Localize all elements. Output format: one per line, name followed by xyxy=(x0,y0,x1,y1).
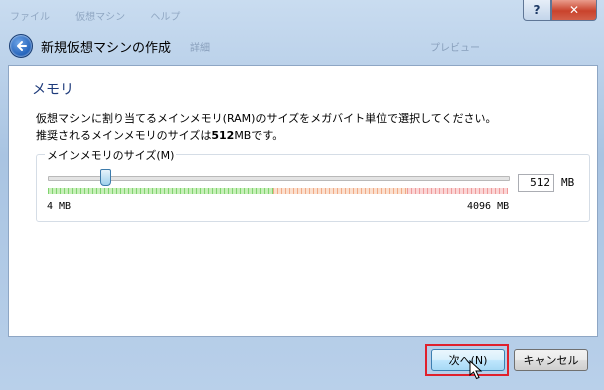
ghost-menu-machine: 仮想マシン xyxy=(75,12,126,23)
ghost-menu-help: ヘルプ xyxy=(150,12,181,23)
back-arrow-icon xyxy=(17,41,27,51)
highlight-box xyxy=(425,344,509,376)
cancel-button[interactable]: キャンセル xyxy=(514,349,588,371)
background-menu: ファイル 仮想マシン ヘルプ xyxy=(10,8,202,23)
memory-slider-track[interactable] xyxy=(48,176,510,181)
wizard-title: 新規仮想マシンの作成 xyxy=(41,41,172,56)
wizard-page: メモリ 仮想マシンに割り当てるメインメモリ(RAM)のサイズをメガバイト単位で選… xyxy=(8,65,598,337)
ghost-tab-details: 詳細 xyxy=(190,43,210,54)
memory-size-legend: メインメモリのサイズ(M) xyxy=(45,147,177,163)
window-frame: ファイル 仮想マシン ヘルプ ? ✕ 新規仮想マシンの作成 詳細 プレビュー メ… xyxy=(0,0,604,390)
page-description: 仮想マシンに割り当てるメインメモリ(RAM)のサイズをメガバイト単位で選択してく… xyxy=(36,110,496,144)
memory-size-input[interactable]: 512 xyxy=(518,174,554,192)
slider-max-label: 4096 MB xyxy=(467,201,510,212)
danger-range-zone xyxy=(406,188,508,194)
safe-range-zone xyxy=(48,188,274,194)
page-title: メモリ xyxy=(32,82,74,98)
memory-unit-label: MB xyxy=(561,176,575,189)
recommended-text: 推奨されるメインメモリのサイズは xyxy=(36,129,212,142)
window-controls: ? ✕ xyxy=(523,0,597,21)
close-button[interactable]: ✕ xyxy=(551,0,597,21)
help-button[interactable]: ? xyxy=(523,0,551,21)
memory-slider-ticks xyxy=(48,188,508,194)
memory-size-group: メインメモリのサイズ(M) 4 MB 4096 MB 512 MB xyxy=(36,147,590,222)
warning-range-zone xyxy=(273,188,407,194)
recommended-value: 512 xyxy=(211,129,235,142)
description-line-1: 仮想マシンに割り当てるメインメモリ(RAM)のサイズをメガバイト単位で選択してく… xyxy=(36,112,497,125)
back-button[interactable] xyxy=(9,34,33,58)
recommended-unit-text: MBです。 xyxy=(234,129,284,142)
description-line-2: 推奨されるメインメモリのサイズは512MBです。 xyxy=(36,127,496,144)
ghost-menu-file: ファイル xyxy=(10,12,50,23)
wizard-footer: 次へ(N) キャンセル xyxy=(0,336,604,390)
slider-min-label: 4 MB xyxy=(47,201,72,212)
memory-slider-thumb[interactable] xyxy=(100,169,112,186)
ghost-tab-preview: プレビュー xyxy=(430,43,480,54)
wizard-header: 新規仮想マシンの作成 詳細 プレビュー xyxy=(0,29,604,63)
mouse-cursor-icon xyxy=(469,360,483,380)
